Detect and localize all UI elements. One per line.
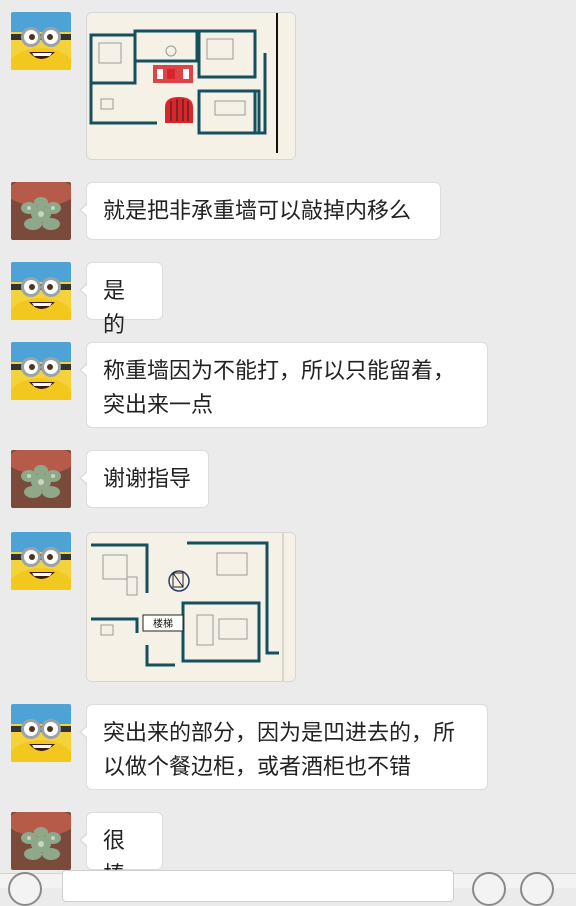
voice-icon[interactable] bbox=[8, 872, 42, 906]
message-bubble[interactable]: 是的 bbox=[79, 262, 163, 338]
succulent-avatar[interactable] bbox=[11, 812, 71, 870]
message-bubble[interactable]: 就是把非承重墙可以敲掉内移么 bbox=[79, 182, 441, 240]
succulent-avatar[interactable] bbox=[11, 450, 71, 508]
succulent-avatar[interactable] bbox=[11, 182, 71, 240]
message-bubble[interactable]: 谢谢指导 bbox=[79, 450, 209, 508]
message-bubble[interactable]: 突出来的部分，因为是凹进去的，所 以做个餐边柜，或者酒柜也不错 bbox=[79, 704, 488, 790]
minion-avatar[interactable] bbox=[11, 342, 71, 400]
message-input[interactable] bbox=[62, 870, 454, 902]
emoji-icon[interactable] bbox=[472, 872, 506, 906]
plus-icon[interactable] bbox=[520, 872, 554, 906]
floorplan-image[interactable] bbox=[86, 12, 296, 160]
minion-avatar[interactable] bbox=[11, 262, 71, 320]
minion-avatar[interactable] bbox=[11, 704, 71, 762]
minion-avatar[interactable] bbox=[11, 12, 71, 70]
stair-label: 楼梯 bbox=[153, 617, 173, 630]
message-bubble[interactable]: 很棒 bbox=[79, 812, 163, 888]
message-bubble[interactable]: 称重墙因为不能打，所以只能留着， 突出来一点 bbox=[79, 342, 488, 428]
floorplan-image[interactable]: 楼梯 bbox=[86, 532, 296, 682]
minion-avatar[interactable] bbox=[11, 532, 71, 590]
